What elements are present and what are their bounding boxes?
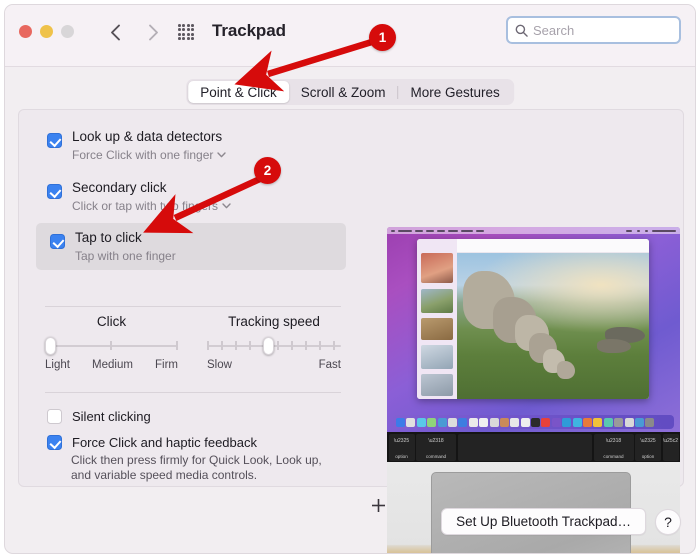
slider-thumb-click[interactable] xyxy=(45,337,56,355)
option-subtitle[interactable]: Click or tap with two fingers xyxy=(72,198,231,214)
traffic-lights xyxy=(19,25,74,38)
help-button[interactable]: ? xyxy=(655,509,681,535)
slider-label-tracking-speed: Tracking speed xyxy=(207,314,341,329)
slider-tick xyxy=(207,341,209,350)
slider-labels-click: Light Medium Firm xyxy=(45,359,178,371)
option-secondary-click[interactable]: Secondary click Click or tap with two fi… xyxy=(33,173,349,220)
force-click-description: Click then press firmly for Quick Look, … xyxy=(71,453,339,483)
preview-photos-toolbar xyxy=(457,239,649,253)
tab-bar: Point & Click Scroll & Zoom More Gesture… xyxy=(186,79,514,105)
tab-more-gestures[interactable]: More Gestures xyxy=(399,81,512,103)
option-title: Tap to click xyxy=(75,230,142,245)
preview-menubar xyxy=(387,227,680,234)
option-title: Secondary click xyxy=(72,180,167,195)
zoom-button xyxy=(61,25,74,38)
back-button[interactable] xyxy=(103,19,127,45)
slider-thumb-tracking-speed[interactable] xyxy=(263,337,274,355)
option-subtitle: Tap with one finger xyxy=(75,248,176,264)
checkbox-secondary-click[interactable] xyxy=(47,184,62,199)
tap-to-click-demo-video: \u2325option \u2318command \u2318command… xyxy=(387,227,680,554)
search-field[interactable] xyxy=(506,16,681,44)
option-subtitle[interactable]: Force Click with one finger xyxy=(72,147,226,163)
slider-tick xyxy=(176,341,178,350)
chevron-right-icon xyxy=(148,24,159,41)
slider-tick xyxy=(277,341,279,350)
checkbox-force-click-and-haptic-feedback[interactable] xyxy=(47,435,62,450)
annotation-badge-2: 2 xyxy=(254,157,281,184)
preview-dock xyxy=(393,415,674,429)
slider-label-click: Click xyxy=(45,314,178,329)
preview-photos-sidebar xyxy=(417,239,457,399)
slider-label-light: Light xyxy=(45,359,70,371)
checkbox-look-up-and-data-detectors[interactable] xyxy=(47,133,62,148)
option-label: Silent clicking xyxy=(72,408,151,425)
slider-tick xyxy=(319,341,321,350)
apps-grid-icon[interactable] xyxy=(177,23,195,41)
slider-tick xyxy=(305,341,307,350)
settings-panel: Look up & data detectors Force Click wit… xyxy=(18,109,684,487)
option-force-click-and-haptic-feedback[interactable]: Force Click and haptic feedback xyxy=(47,434,257,451)
slider-tick xyxy=(110,341,112,350)
tab-scroll-and-zoom[interactable]: Scroll & Zoom xyxy=(289,81,398,103)
search-input[interactable] xyxy=(533,23,672,38)
slider-tick xyxy=(235,341,237,350)
option-title: Look up & data detectors xyxy=(72,129,222,144)
slider-label-firm: Firm xyxy=(155,359,178,371)
preview-photos-window xyxy=(417,239,649,399)
slider-tick xyxy=(221,341,223,350)
annotation-badge-1: 1 xyxy=(369,24,396,51)
option-tap-to-click[interactable]: Tap to click Tap with one finger xyxy=(36,223,346,270)
system-preferences-window: Trackpad Point & Click Scroll & Zoom Mor… xyxy=(4,4,696,554)
tab-point-and-click[interactable]: Point & Click xyxy=(188,81,289,103)
chevron-left-icon xyxy=(110,24,121,41)
forward-button[interactable] xyxy=(141,19,165,45)
page-title: Trackpad xyxy=(212,21,286,41)
preview-mac-screen xyxy=(387,227,680,432)
slider-label-fast: Fast xyxy=(319,359,341,371)
slider-track-click[interactable] xyxy=(45,337,178,355)
close-button[interactable] xyxy=(19,25,32,38)
chevron-down-icon[interactable] xyxy=(217,152,226,158)
slider-rail xyxy=(45,345,178,347)
slider-tick xyxy=(333,341,335,350)
preview-keyboard: \u2325option \u2318command \u2318command… xyxy=(387,432,680,462)
slider-label-medium: Medium xyxy=(92,359,133,371)
settings-left-column: Look up & data detectors Force Click wit… xyxy=(19,110,363,486)
option-subtitle-text: Click or tap with two fingers xyxy=(72,198,218,214)
slider-group-click: Click Light Medium Firm xyxy=(45,314,178,371)
slider-tick xyxy=(249,341,251,350)
search-icon xyxy=(515,24,528,37)
option-silent-clicking[interactable]: Silent clicking xyxy=(47,408,151,425)
option-subtitle-text: Tap with one finger xyxy=(75,248,176,264)
setup-bluetooth-trackpad-button[interactable]: Set Up Bluetooth Trackpad… xyxy=(441,508,646,535)
divider-bottom-options xyxy=(45,392,341,393)
slider-label-slow: Slow xyxy=(207,359,232,371)
window-titlebar: Trackpad xyxy=(5,5,695,67)
option-label: Force Click and haptic feedback xyxy=(72,434,257,451)
slider-track-tracking-speed[interactable] xyxy=(207,337,341,355)
checkbox-silent-clicking[interactable] xyxy=(47,409,62,424)
option-look-up-and-data-detectors[interactable]: Look up & data detectors Force Click wit… xyxy=(33,122,349,169)
preview-photos-main xyxy=(457,239,649,399)
divider-sliders xyxy=(45,306,341,307)
chevron-down-icon[interactable] xyxy=(222,203,231,209)
preview-photo-landscape xyxy=(457,253,649,399)
slider-rail xyxy=(207,345,341,347)
option-subtitle-text: Force Click with one finger xyxy=(72,147,213,163)
slider-labels-tracking-speed: Slow Fast xyxy=(207,359,341,371)
minimize-button[interactable] xyxy=(40,25,53,38)
checkbox-tap-to-click[interactable] xyxy=(50,234,65,249)
slider-group-tracking-speed: Tracking speed Slow F xyxy=(207,314,341,371)
plus-icon[interactable] xyxy=(371,498,386,513)
slider-tick xyxy=(291,341,293,350)
